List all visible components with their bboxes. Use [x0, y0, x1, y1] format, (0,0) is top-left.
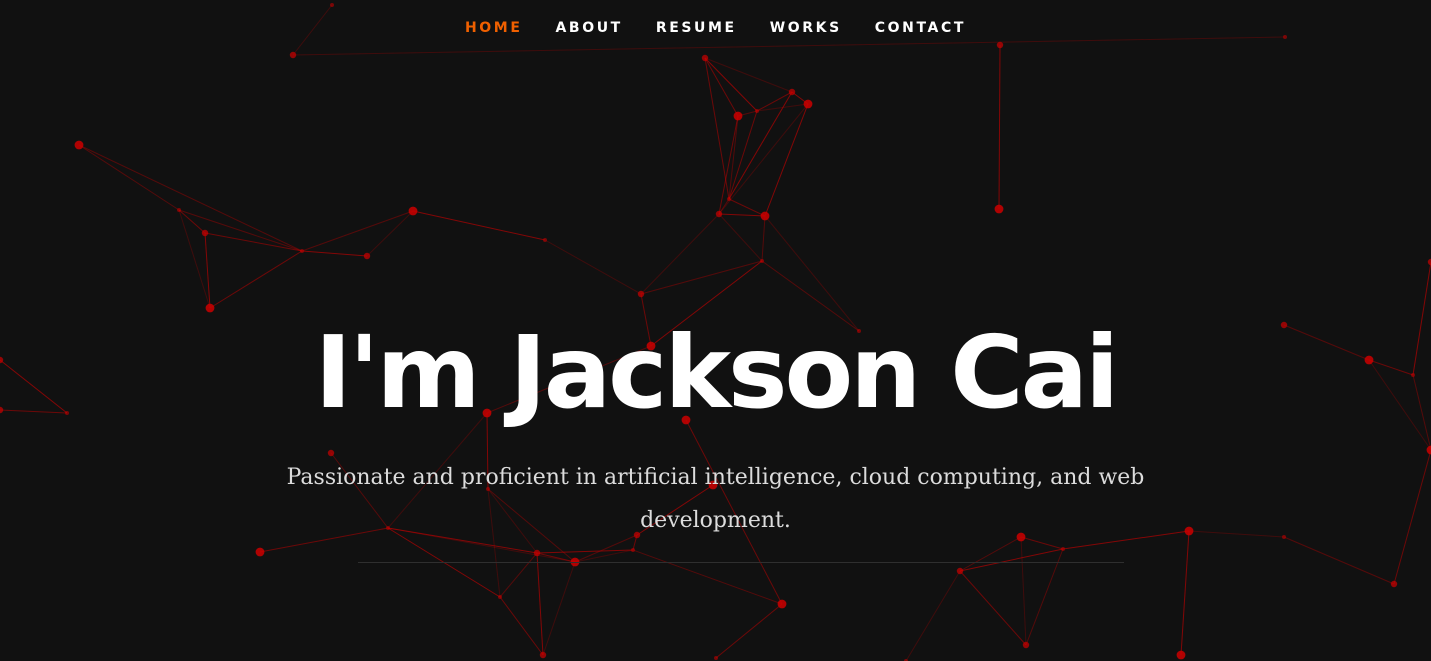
network-line — [728, 91, 793, 200]
network-line — [764, 103, 809, 217]
network-node — [363, 252, 371, 260]
network-node — [994, 204, 1004, 214]
network-node — [631, 548, 635, 552]
network-line — [178, 209, 211, 309]
nav-link-about[interactable]: ABOUT — [556, 20, 623, 36]
network-line — [301, 250, 368, 257]
nav-menu: HOME ABOUT RESUME WORKS CONTACT — [465, 19, 966, 37]
hero-subline: Passionate and proficient in artificial … — [286, 465, 1145, 533]
network-line — [718, 213, 763, 262]
network-node — [803, 99, 813, 109]
network-node — [714, 656, 718, 660]
network-line — [959, 570, 1027, 646]
hero-banner: I'm Jackson Cai Passionate and proficien… — [0, 318, 1431, 542]
nav-item-about: ABOUT — [556, 19, 623, 37]
network-line — [728, 110, 758, 200]
network-line — [959, 536, 1022, 572]
network-node — [1061, 547, 1065, 551]
network-node — [1176, 650, 1186, 660]
network-node — [201, 229, 209, 237]
network-node — [205, 303, 215, 313]
network-line — [204, 232, 303, 252]
network-node — [533, 549, 541, 557]
nav-link-works[interactable]: WORKS — [770, 20, 842, 36]
nav-link-home[interactable]: HOME — [465, 20, 523, 36]
network-node — [255, 547, 265, 557]
network-node — [300, 249, 304, 253]
network-line — [209, 250, 303, 309]
nav-item-home: HOME — [465, 19, 523, 37]
network-node — [177, 208, 181, 212]
network-node — [755, 109, 759, 113]
nav-link-resume[interactable]: RESUME — [656, 20, 737, 36]
network-line — [728, 198, 766, 217]
network-node — [1390, 580, 1398, 588]
network-line — [499, 552, 538, 598]
network-node — [760, 211, 770, 221]
network-line — [761, 215, 766, 262]
nav-link-contact[interactable]: CONTACT — [875, 20, 966, 36]
network-node — [715, 210, 723, 218]
network-node — [543, 238, 547, 242]
network-node — [760, 259, 764, 263]
hero-headline: I'm Jackson Cai — [314, 314, 1120, 431]
hero-section: HOME ABOUT RESUME WORKS CONTACT I'm Jack… — [0, 0, 1431, 661]
network-line — [536, 552, 544, 656]
network-line — [1180, 530, 1190, 656]
network-node — [727, 197, 731, 201]
network-line — [640, 260, 763, 295]
network-line — [640, 213, 720, 295]
network-node — [498, 595, 502, 599]
network-node — [733, 111, 743, 121]
network-line — [78, 144, 303, 252]
network-node — [1022, 641, 1030, 649]
network-node — [74, 140, 84, 150]
network-line — [204, 232, 211, 309]
network-line — [905, 570, 961, 661]
network-line — [499, 596, 544, 656]
network-line — [1020, 536, 1027, 646]
network-node — [777, 599, 787, 609]
network-line — [366, 210, 414, 257]
network-node — [539, 651, 547, 659]
network-line — [301, 210, 414, 252]
network-line — [412, 210, 546, 241]
network-line — [959, 548, 1064, 572]
network-line — [178, 209, 303, 252]
network-line — [704, 57, 793, 93]
main-nav: HOME ABOUT RESUME WORKS CONTACT — [0, 0, 1431, 56]
network-line — [718, 103, 809, 215]
network-line — [78, 144, 180, 211]
network-line — [542, 561, 576, 656]
network-line — [718, 213, 766, 217]
network-node — [637, 290, 645, 298]
nav-item-works: WORKS — [770, 19, 842, 37]
network-line — [544, 239, 642, 295]
network-line — [1025, 548, 1064, 646]
network-node — [788, 88, 796, 96]
network-line — [998, 44, 1001, 210]
network-node — [956, 567, 964, 575]
network-line — [632, 549, 783, 605]
network-node — [408, 206, 418, 216]
nav-item-resume: RESUME — [656, 19, 737, 37]
network-line — [715, 603, 783, 659]
nav-item-contact: CONTACT — [875, 19, 966, 37]
hero-divider — [358, 562, 1124, 563]
network-line — [1283, 536, 1395, 585]
